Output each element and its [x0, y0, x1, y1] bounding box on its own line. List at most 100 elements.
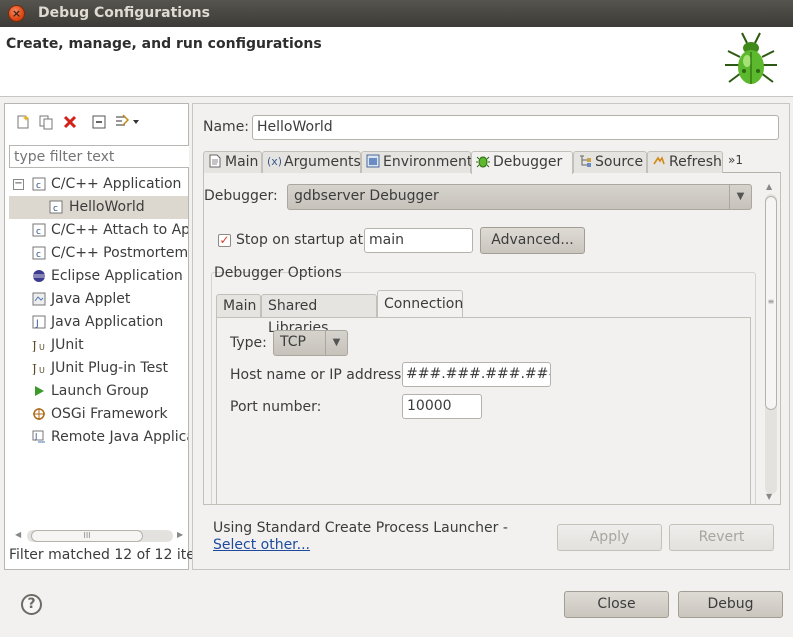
dialog-header: Create, manage, and run configurations — [0, 27, 793, 97]
tree-item-label: JUnit — [51, 337, 84, 353]
tab-options-main[interactable]: Main — [216, 294, 261, 317]
tree-item[interactable]: Launch Group — [5, 380, 188, 403]
tab-connection[interactable]: Connection — [377, 290, 463, 318]
debugger-options-label: Debugger Options — [214, 265, 342, 281]
scroll-thumb[interactable]: ≡ — [765, 196, 777, 410]
collapse-all-icon[interactable] — [91, 114, 107, 130]
launch-group-icon — [35, 386, 44, 396]
advanced-button[interactable]: Advanced... — [480, 227, 585, 254]
configuration-list-panel: − c C/C++ Application c HelloWorld c C/C++ Att… — [4, 103, 216, 570]
tree-item-label: C/C++ Application — [51, 176, 182, 192]
tree-item-label: C/C++ Postmortem Debugger — [51, 245, 188, 261]
more-tabs-button[interactable]: »1 — [728, 153, 743, 167]
type-label: Type: — [230, 335, 267, 351]
new-configuration-icon[interactable] — [15, 114, 31, 130]
svg-text:U: U — [39, 343, 45, 352]
refresh-icon — [653, 156, 665, 165]
scroll-up-icon[interactable]: ▲ — [766, 182, 772, 191]
tree-item[interactable]: J Remote Java Application — [5, 426, 188, 449]
name-field[interactable]: HelloWorld — [252, 115, 779, 140]
scroll-right-icon[interactable]: ▶ — [177, 530, 183, 539]
delete-icon[interactable] — [62, 114, 78, 130]
tab-label: Environment — [383, 154, 473, 170]
scroll-down-icon[interactable]: ▼ — [766, 492, 772, 501]
window-close-button[interactable]: × — [8, 5, 25, 22]
filter-input[interactable] — [9, 145, 189, 168]
tab-source[interactable]: Source — [573, 151, 647, 173]
configuration-editor: Name: HelloWorld Main (x) Arguments Envir… — [192, 103, 790, 570]
apply-button[interactable]: Apply — [557, 524, 662, 551]
connection-type-value: TCP — [280, 334, 306, 350]
host-label: Host name or IP address: — [230, 367, 406, 383]
duplicate-icon[interactable] — [38, 114, 54, 130]
tree-item-label: Java Applet — [51, 291, 131, 307]
debugger-label: Debugger: — [204, 188, 278, 204]
debug-button[interactable]: Debug — [678, 591, 783, 618]
startup-symbol-field[interactable]: main — [364, 228, 473, 253]
revert-button[interactable]: Revert — [669, 524, 774, 551]
tree-item[interactable]: − c C/C++ Application — [5, 173, 188, 196]
svg-text:J: J — [35, 319, 39, 329]
tree-item[interactable]: OSGi Framework — [5, 403, 188, 426]
stop-on-startup-checkbox[interactable]: ✓ — [218, 234, 231, 247]
c-app-icon: c — [32, 177, 46, 191]
chevron-down-icon: ▼ — [729, 185, 751, 209]
select-other-link[interactable]: Select other... — [213, 537, 310, 553]
tab-label: Source — [595, 154, 644, 170]
host-field[interactable]: ###.###.###.### — [402, 362, 551, 387]
eclipse-icon — [33, 270, 45, 282]
config-tabs: Main (x) Arguments Environment Debugger S… — [203, 151, 781, 174]
tab-arguments[interactable]: (x) Arguments — [262, 151, 361, 173]
svg-text:c: c — [36, 250, 41, 260]
svg-text:(x): (x) — [267, 155, 281, 168]
debugger-options-tabs: Main Shared Libraries Connection — [216, 290, 751, 336]
scroll-thumb[interactable]: III — [31, 530, 143, 542]
tree-item-label: C/C++ Attach to Application — [51, 222, 188, 238]
main-tab-icon — [209, 154, 221, 168]
tree-item[interactable]: J Java Application — [5, 311, 188, 334]
osgi-icon — [33, 408, 45, 420]
horizontal-scrollbar[interactable]: ◀ III ▶ — [13, 528, 187, 542]
name-label: Name: — [203, 119, 250, 135]
close-button[interactable]: Close — [564, 591, 669, 618]
tree-item-label: Eclipse Application — [51, 268, 183, 284]
tab-debugger[interactable]: Debugger — [471, 151, 573, 174]
tab-refresh[interactable]: Refresh — [647, 151, 723, 173]
tree-item[interactable]: c C/C++ Postmortem Debugger — [5, 242, 188, 265]
tree-item[interactable]: J U JUnit Plug-in Test — [5, 357, 188, 380]
tree-item-label: HelloWorld — [69, 199, 145, 215]
svg-text:U: U — [39, 366, 45, 375]
port-field[interactable]: 10000 — [402, 394, 482, 419]
window-title: Debug Configurations — [38, 5, 210, 21]
help-button[interactable]: ? — [21, 594, 42, 615]
tree-item[interactable]: J U JUnit — [5, 334, 188, 357]
arguments-icon: (x) — [267, 155, 281, 168]
tab-main[interactable]: Main — [203, 151, 262, 173]
svg-text:J: J — [32, 362, 37, 375]
debugger-select[interactable]: gdbserver Debugger ▼ — [287, 184, 752, 210]
dialog-subtitle: Create, manage, and run configurations — [6, 36, 322, 52]
tab-shared-libraries[interactable]: Shared Libraries — [261, 294, 377, 336]
tree-item[interactable]: c C/C++ Attach to Application — [5, 219, 188, 242]
debugger-select-value: gdbserver Debugger — [294, 188, 439, 204]
tab-label: Main — [225, 154, 259, 170]
collapse-toggle[interactable]: − — [13, 179, 24, 190]
junit-plugin-icon: JU — [32, 362, 45, 375]
scroll-left-icon[interactable]: ◀ — [15, 530, 21, 539]
chevron-down-icon: ▼ — [325, 331, 347, 355]
tree-item-label: Remote Java Application — [51, 429, 188, 445]
vertical-scrollbar[interactable]: ▲ ≡ ▼ — [763, 182, 779, 504]
svg-text:J: J — [34, 432, 37, 441]
filter-status: Filter matched 12 of 12 items — [9, 547, 216, 563]
connection-type-select[interactable]: TCP ▼ — [273, 330, 348, 356]
tree-item-label: Launch Group — [51, 383, 149, 399]
filter-icon[interactable] — [115, 114, 141, 130]
tree-item[interactable]: Eclipse Application — [5, 265, 188, 288]
tree-item[interactable]: Java Applet — [5, 288, 188, 311]
tree-item-label: OSGi Framework — [51, 406, 168, 422]
tab-label: Debugger — [493, 154, 563, 170]
list-toolbar — [5, 104, 188, 140]
tree-item[interactable]: c HelloWorld — [9, 196, 188, 219]
tree-item-label: Java Application — [51, 314, 164, 330]
tab-environment[interactable]: Environment — [361, 151, 473, 173]
